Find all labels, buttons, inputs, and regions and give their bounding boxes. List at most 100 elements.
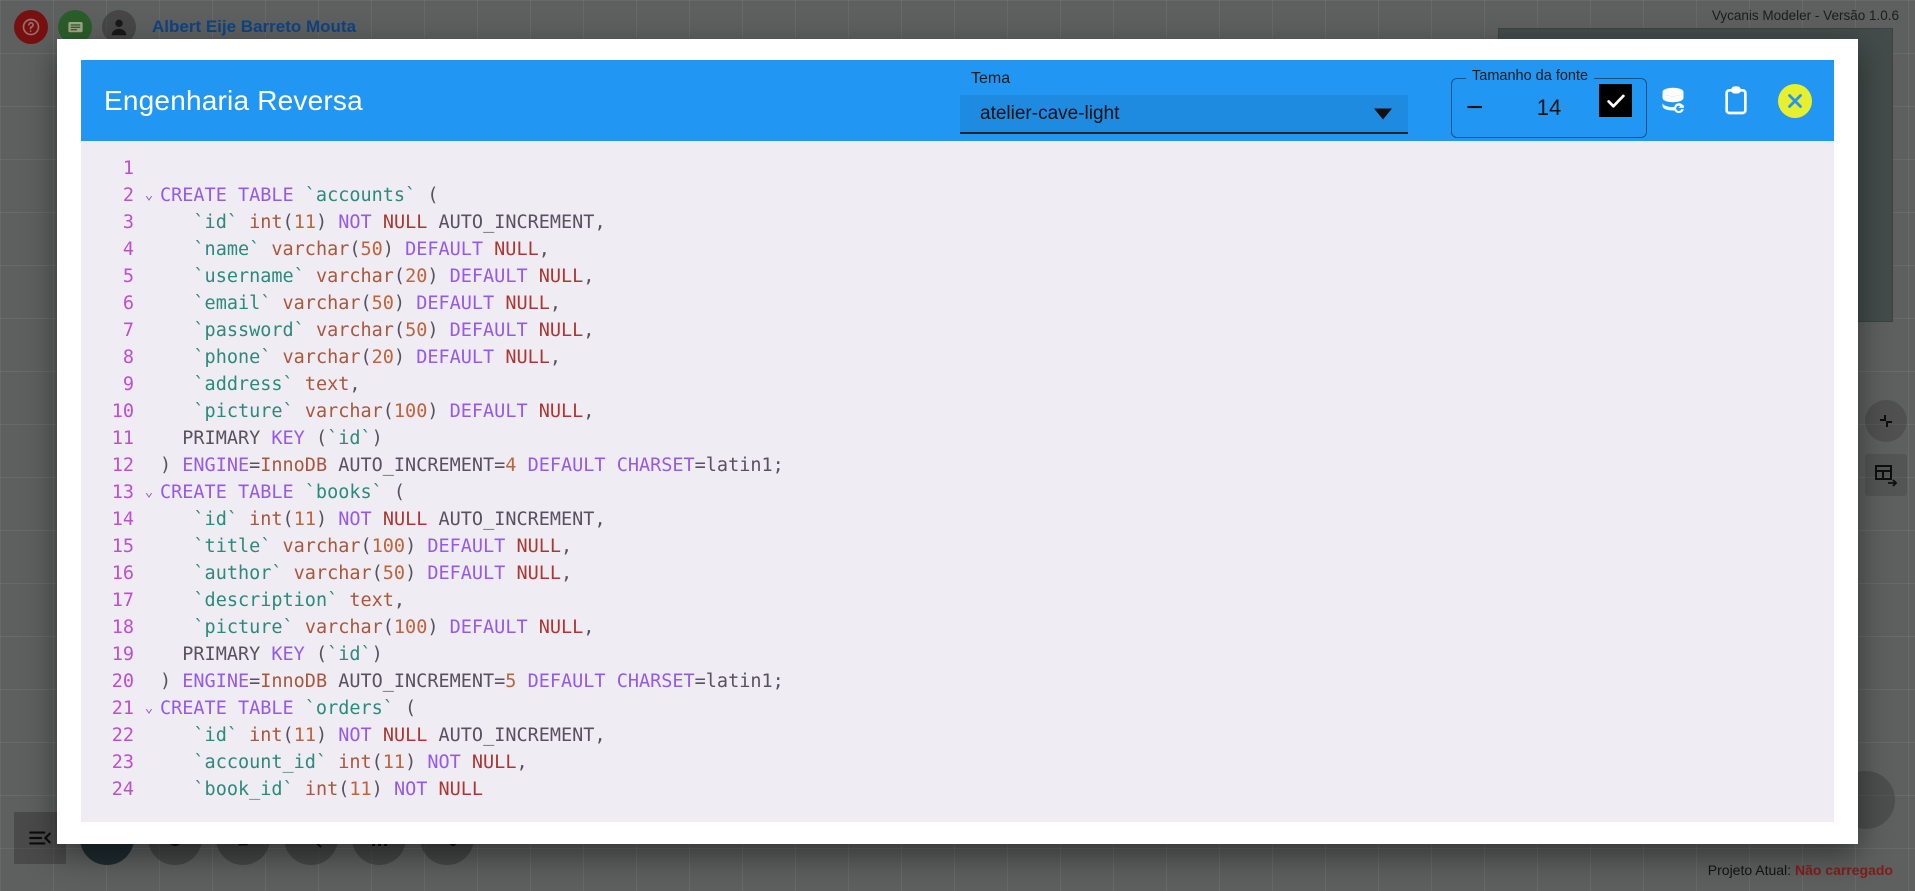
theme-select[interactable]: atelier-cave-light: [960, 95, 1408, 134]
code-line[interactable]: 15 `title` varchar(100) DEFAULT NULL,: [81, 533, 1834, 560]
fold-chevron-icon[interactable]: ⌄: [138, 479, 160, 506]
code-token: =latin1;: [694, 671, 784, 692]
code-line[interactable]: 6 `email` varchar(50) DEFAULT NULL,: [81, 290, 1834, 317]
line-number: 1: [122, 158, 134, 179]
confirm-checkbox[interactable]: [1599, 84, 1632, 117]
code-line[interactable]: 14 `id` int(11) NOT NULL AUTO_INCREMENT,: [81, 506, 1834, 533]
code-token: `id`: [327, 428, 372, 449]
code-token: `name`: [193, 239, 261, 260]
code-token: `description`: [193, 590, 339, 611]
code-token: ): [393, 293, 417, 314]
code-token: 11: [382, 752, 406, 773]
theme-label: Tema: [971, 70, 1011, 87]
code-line[interactable]: 20) ENGINE=InnoDB AUTO_INCREMENT=5 DEFAU…: [81, 668, 1834, 695]
code-line[interactable]: 1: [81, 155, 1834, 182]
code-line[interactable]: 12) ENGINE=InnoDB AUTO_INCREMENT=4 DEFAU…: [81, 452, 1834, 479]
code-line[interactable]: 18 `picture` varchar(100) DEFAULT NULL,: [81, 614, 1834, 641]
code-token: DEFAULT: [416, 347, 506, 368]
code-line[interactable]: 10 `picture` varchar(100) DEFAULT NULL,: [81, 398, 1834, 425]
code-line[interactable]: 9 `address` text,: [81, 371, 1834, 398]
code-token: int: [249, 212, 283, 233]
code-token: KEY: [271, 428, 305, 449]
database-refresh-button[interactable]: [1658, 83, 1694, 119]
code-token: CREATE TABLE: [160, 698, 305, 719]
dialog-header: Engenharia Reversa Tema atelier-cave-lig…: [81, 60, 1834, 141]
code-token: NOT: [338, 509, 383, 530]
code-token: 20: [405, 266, 428, 287]
code-line-text: `address` text,: [160, 371, 1834, 398]
code-token: NULL: [538, 401, 584, 422]
code-line[interactable]: 16 `author` varchar(50) DEFAULT NULL,: [81, 560, 1834, 587]
code-line[interactable]: 11 PRIMARY KEY (`id`): [81, 425, 1834, 452]
code-line[interactable]: 7 `password` varchar(50) DEFAULT NULL,: [81, 317, 1834, 344]
code-line[interactable]: 19 PRIMARY KEY (`id`): [81, 641, 1834, 668]
code-token: varchar: [315, 266, 394, 287]
code-token: 5: [505, 671, 517, 692]
line-number: 6: [122, 293, 134, 314]
line-number: 9: [122, 374, 134, 395]
code-token: (: [371, 563, 383, 584]
code-line[interactable]: 23 `account_id` int(11) NOT NULL,: [81, 749, 1834, 776]
code-token: `username`: [193, 266, 305, 287]
code-line[interactable]: 8 `phone` varchar(20) DEFAULT NULL,: [81, 344, 1834, 371]
line-number: 24: [111, 779, 134, 800]
code-token: DEFAULT: [449, 617, 539, 638]
code-line[interactable]: 3 `id` int(11) NOT NULL AUTO_INCREMENT,: [81, 209, 1834, 236]
code-line-text: `picture` varchar(100) DEFAULT NULL,: [160, 614, 1834, 641]
code-token: int: [304, 779, 339, 800]
code-token: varchar: [271, 239, 350, 260]
fold-chevron-icon[interactable]: ⌄: [138, 695, 160, 722]
code-token: (: [338, 779, 350, 800]
code-token: `books`: [304, 482, 383, 503]
code-token: (: [382, 482, 406, 503]
code-line[interactable]: 21 ⌄ CREATE TABLE `orders` (: [81, 695, 1834, 722]
line-number: 7: [122, 320, 134, 341]
reverse-engineering-dialog: Engenharia Reversa Tema atelier-cave-lig…: [57, 39, 1858, 844]
line-number: 15: [111, 536, 134, 557]
code-token: ): [405, 536, 428, 557]
line-number: 22: [111, 725, 134, 746]
code-line[interactable]: 13 ⌄ CREATE TABLE `books` (: [81, 479, 1834, 506]
code-line[interactable]: 22 `id` int(11) NOT NULL AUTO_INCREMENT,: [81, 722, 1834, 749]
code-line[interactable]: 4 `name` varchar(50) DEFAULT NULL,: [81, 236, 1834, 263]
code-token: `orders`: [304, 698, 394, 719]
font-size-decrement-button[interactable]: −: [1466, 93, 1484, 123]
sql-code-editor[interactable]: 1 2 ⌄ CREATE TABLE `accounts` (3 `id` int(1…: [81, 141, 1834, 822]
code-token: CHARSET: [616, 455, 695, 476]
code-token: `picture`: [193, 401, 294, 422]
code-line-text: ) ENGINE=InnoDB AUTO_INCREMENT=5 DEFAULT…: [160, 668, 1834, 695]
line-number: 18: [111, 617, 134, 638]
code-line-text: `description` text,: [160, 587, 1834, 614]
code-line[interactable]: 24 `book_id` int(11) NOT NULL: [81, 776, 1834, 803]
line-number: 3: [122, 212, 134, 233]
code-line-text: `password` varchar(50) DEFAULT NULL,: [160, 317, 1834, 344]
code-token: ): [405, 752, 428, 773]
code-token: DEFAULT: [405, 239, 495, 260]
code-token: (: [360, 347, 372, 368]
code-token: (: [282, 212, 294, 233]
database-refresh-icon: [1662, 87, 1684, 113]
code-token: NULL: [382, 725, 428, 746]
code-line[interactable]: 17 `description` text,: [81, 587, 1834, 614]
code-token: ): [160, 671, 183, 692]
code-token: 11: [293, 509, 316, 530]
code-line[interactable]: 2 ⌄ CREATE TABLE `accounts` (: [81, 182, 1834, 209]
close-button[interactable]: [1778, 83, 1812, 118]
code-line[interactable]: 5 `username` varchar(20) DEFAULT NULL,: [81, 263, 1834, 290]
fold-chevron-icon[interactable]: ⌄: [138, 182, 160, 209]
application-root: Albert Eije Barreto Mouta Vycanis Modele…: [0, 0, 1915, 891]
copy-clipboard-button[interactable]: [1720, 85, 1752, 117]
